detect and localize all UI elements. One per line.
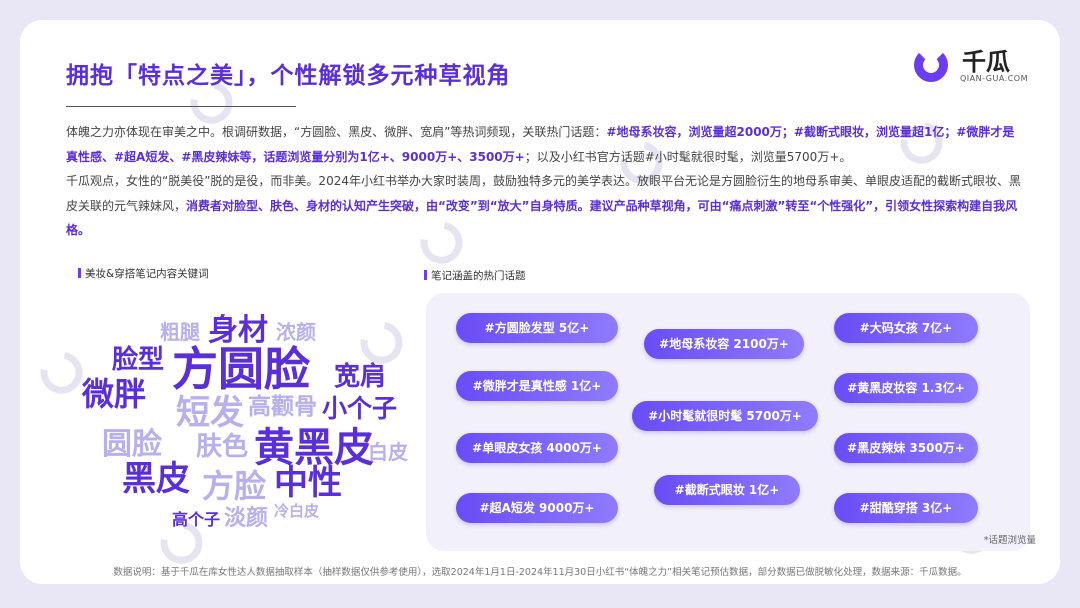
topics-label: 笔记涵盖的热门话题	[424, 268, 526, 283]
paragraph-2-highlight: 消费者对脸型、肤色、身材的认知产生突破，由“改变”到“放大”自身特质。建议产品种…	[66, 198, 1018, 238]
topic-pill[interactable]: #小时髦就很时髦 5700万+	[632, 401, 818, 431]
paragraph-2: 千瓜观点，女性的“脱美役”脱的是役，而非美。2024年小红书举办大家时装周，鼓励…	[66, 169, 1026, 243]
qiangua-logo-icon	[914, 48, 948, 82]
keyword: 方脸	[202, 467, 267, 505]
topic-pill[interactable]: #截断式眼妆 1亿+	[654, 475, 800, 505]
keyword: 微胖	[82, 375, 147, 413]
keyword: 黑皮	[122, 459, 190, 499]
topic-pill[interactable]: #方圆脸发型 5亿+	[456, 313, 618, 343]
topics-note: *话题浏览量	[983, 535, 1036, 546]
paragraph-1-text-end: ；以及小红书官方话题#小时髦就很时髦，浏览量5700万+。	[524, 149, 852, 164]
topic-pill[interactable]: #甜酷穿搭 3亿+	[834, 493, 978, 523]
logo-domain: QIAN-GUA.COM	[960, 74, 1029, 83]
keyword: 粗腿	[160, 320, 200, 344]
keyword: 淡颜	[224, 506, 269, 531]
keyword: 黄黑皮	[254, 425, 374, 471]
keyword: 浓颜	[276, 320, 316, 344]
keyword: 圆脸	[102, 427, 162, 462]
paragraph-1-text: 体魄之力亦体现在审美之中。根调研数据，“方圆脸、黑皮、微胖、宽肩”等热词频现，关…	[66, 125, 607, 139]
keyword-cloud: 身材 粗腿 浓颜 脸型 方圆脸 宽肩 微胖 短发 高颧骨 小个子 圆脸 肤色 黄…	[76, 290, 416, 560]
data-source-footer: 数据说明：基于千瓜在库女性达人数据抽取样本（抽样数据仅供参考使用），选取2024…	[113, 567, 967, 578]
slide-card: 拥抱「特点之美」，个性解锁多元种草视角 千瓜 QIAN-GUA.COM 体魄之力…	[20, 20, 1060, 584]
keyword: 方圆脸	[172, 342, 310, 396]
keyword: 脸型	[112, 345, 165, 375]
keyword: 白皮	[368, 440, 408, 464]
title-underline	[66, 106, 296, 107]
keyword: 小个子	[322, 394, 398, 423]
topic-pill[interactable]: #大码女孩 7亿+	[834, 313, 978, 343]
topic-pill[interactable]: #超A短发 9000万+	[456, 493, 618, 523]
keyword: 宽肩	[334, 362, 387, 392]
keyword: 冷白皮	[274, 502, 320, 520]
keyword: 高颧骨	[248, 394, 317, 420]
logo-name: 千瓜	[962, 48, 1010, 76]
topic-pill[interactable]: #微胖才是真性感 1亿+	[456, 371, 618, 401]
keyword: 短发	[176, 393, 244, 433]
topic-pill[interactable]: #单眼皮女孩 4000万+	[456, 433, 618, 463]
paragraph-1: 体魄之力亦体现在审美之中。根调研数据，“方圆脸、黑皮、微胖、宽肩”等热词频现，关…	[66, 120, 1026, 169]
topic-pill[interactable]: #地母系妆容 2100万+	[644, 329, 804, 359]
keyword: 肤色	[196, 432, 249, 462]
wordcloud-label: 美妆&穿搭笔记内容关键词	[78, 266, 209, 281]
topics-panel: #方圆脸发型 5亿+ #地母系妆容 2100万+ #大码女孩 7亿+ #微胖才是…	[426, 293, 1030, 551]
brand-logo: 千瓜 QIAN-GUA.COM	[914, 42, 1032, 92]
topic-pill[interactable]: #黑皮辣妹 3500万+	[834, 433, 978, 463]
keyword: 高个子	[172, 510, 221, 529]
topic-pill[interactable]: #黄黑皮妆容 1.3亿+	[834, 373, 978, 403]
page-title: 拥抱「特点之美」，个性解锁多元种草视角	[66, 63, 511, 89]
body-text: 体魄之力亦体现在审美之中。根调研数据，“方圆脸、黑皮、微胖、宽肩”等热词频现，关…	[66, 120, 1026, 243]
keyword: 中性	[274, 463, 342, 503]
